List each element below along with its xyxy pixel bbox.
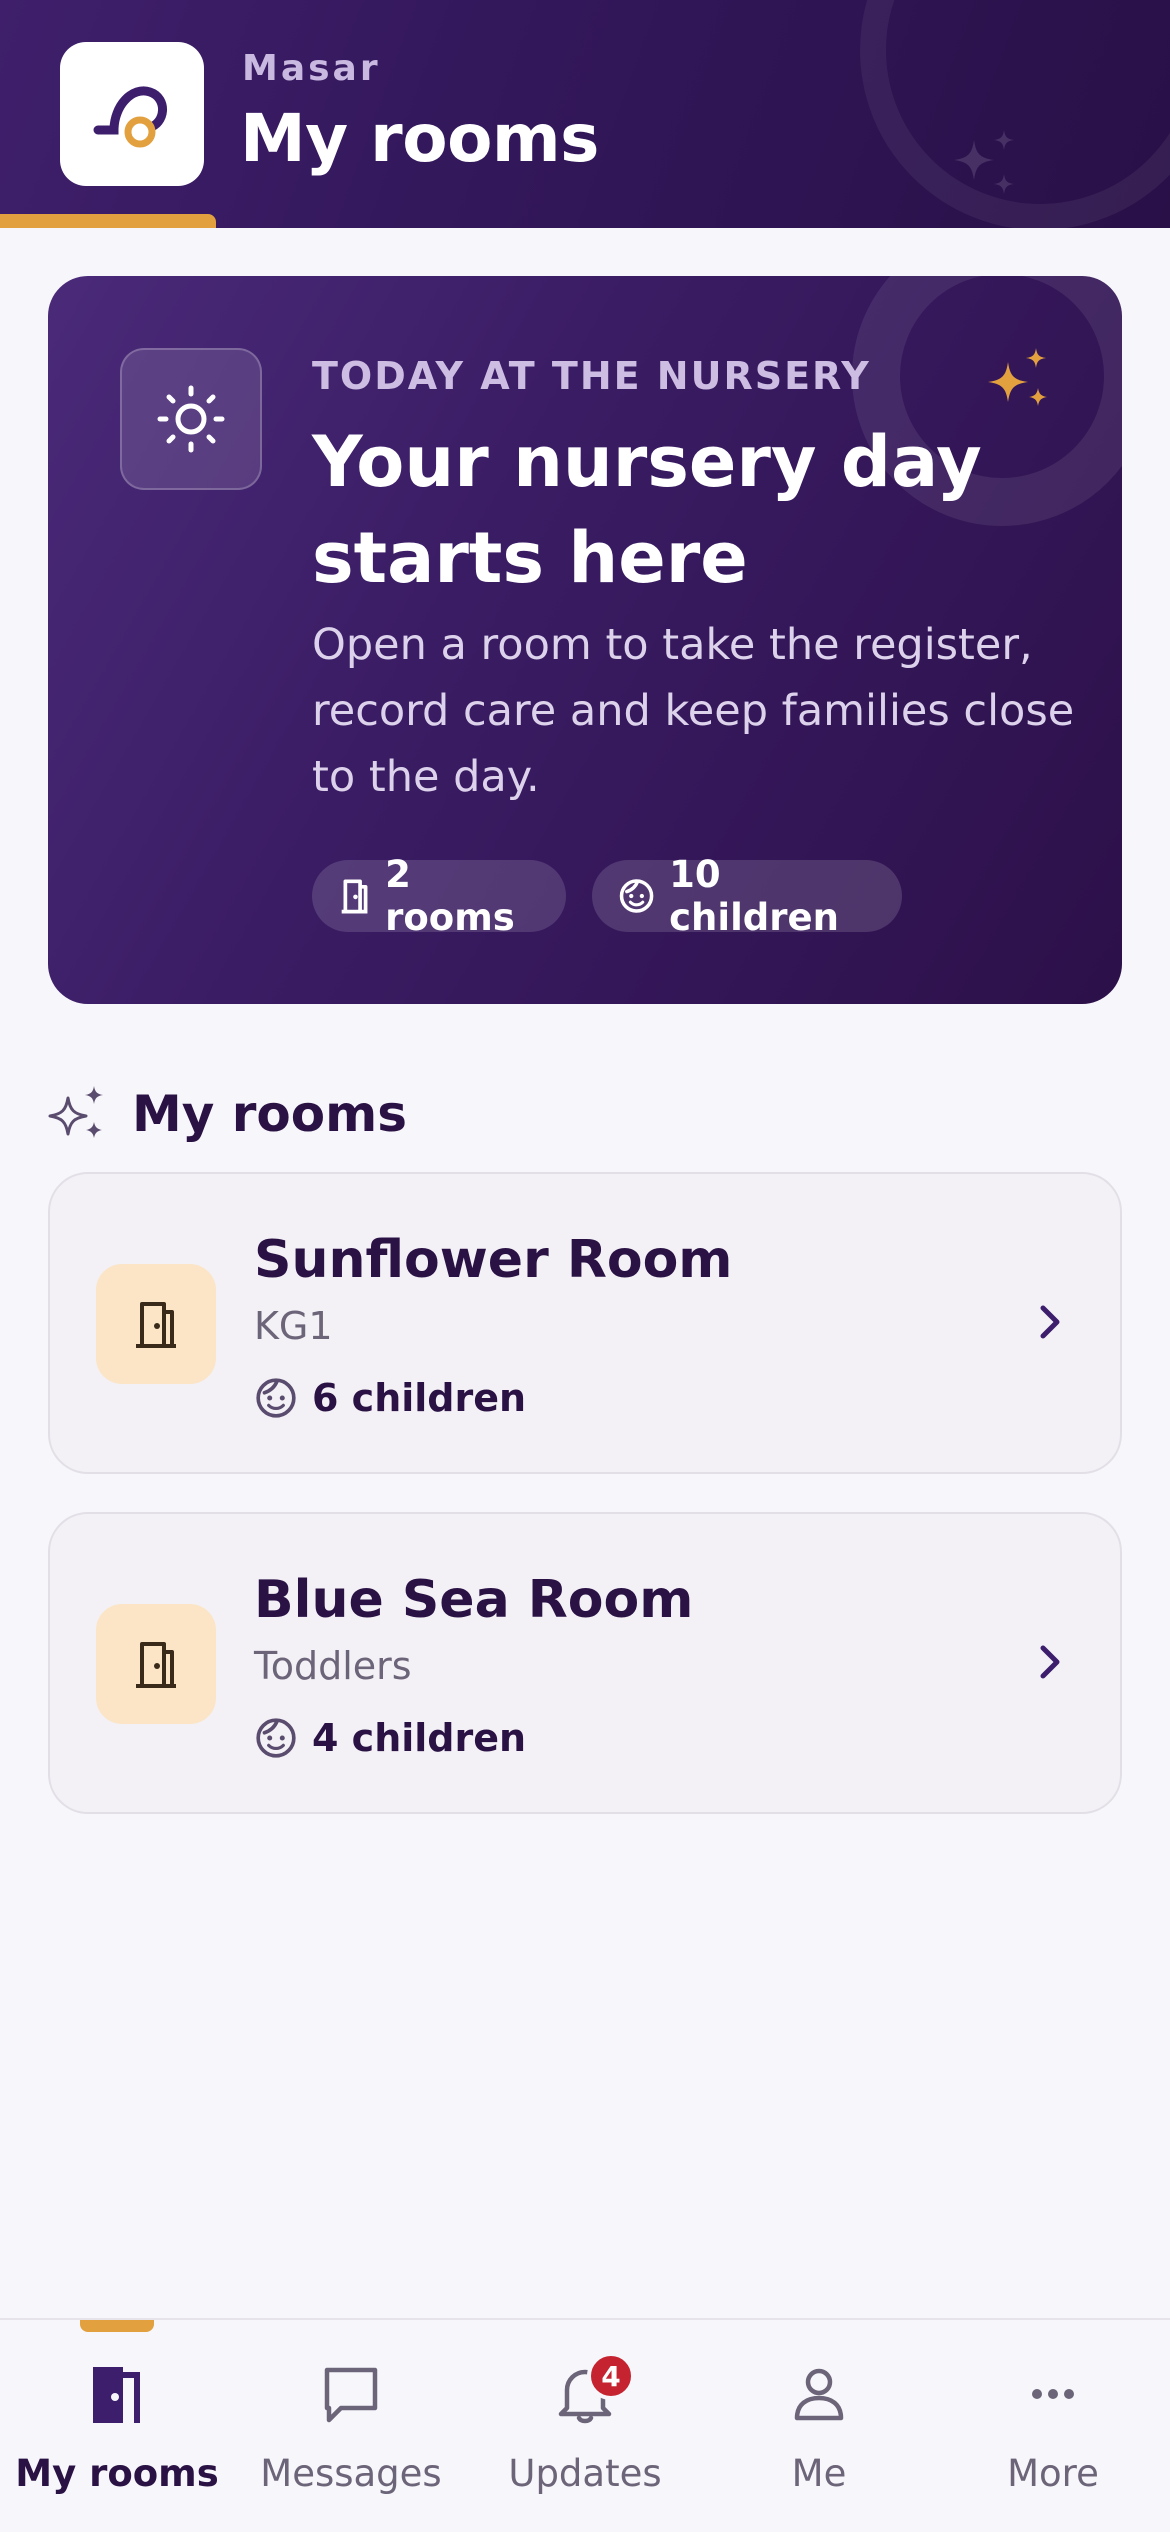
children-count-label: 10 children xyxy=(669,853,839,939)
sun-icon xyxy=(157,385,225,453)
children-count-chip: 10 children xyxy=(592,853,902,939)
room-group: Toddlers xyxy=(254,1644,412,1688)
hero-eyebrow: TODAY AT THE NURSERY xyxy=(312,354,871,398)
more-icon xyxy=(1021,2354,1085,2434)
room-children-label: 4 children xyxy=(312,1716,527,1760)
bell-icon: 4 xyxy=(553,2352,635,2434)
door-icon xyxy=(85,2354,149,2434)
bottom-nav: My rooms Messages 4 Updates Me More xyxy=(0,2318,1170,2532)
hero-icon-tile xyxy=(120,348,262,490)
room-card-blue-sea[interactable]: Blue Sea Room Toddlers 4 children xyxy=(48,1512,1122,1814)
section-title: My rooms xyxy=(132,1085,407,1143)
message-icon xyxy=(319,2354,383,2434)
hero-title: Your nursery day starts here xyxy=(312,421,982,599)
chevron-right-icon xyxy=(1020,1632,1080,1692)
masar-logo-icon xyxy=(93,86,167,148)
hero-description: Open a room to take the register, record… xyxy=(312,620,1075,802)
today-hero-card: TODAY AT THE NURSERY Your nursery day st… xyxy=(48,276,1122,1004)
header-accent-bar xyxy=(0,214,216,228)
nav-me[interactable]: Me xyxy=(702,2354,936,2504)
app-header: Masar My rooms xyxy=(0,0,1170,228)
nav-updates[interactable]: 4 Updates xyxy=(468,2352,702,2504)
room-name: Blue Sea Room xyxy=(254,1570,694,1630)
room-children-count: 6 children xyxy=(254,1370,526,1426)
nav-label: Me xyxy=(791,2452,847,2495)
app-logo xyxy=(60,42,204,186)
person-icon xyxy=(787,2354,851,2434)
page-title: My rooms xyxy=(240,100,599,177)
door-icon xyxy=(341,879,368,914)
room-children-count: 4 children xyxy=(254,1710,526,1766)
nav-label: More xyxy=(1007,2452,1099,2495)
door-icon xyxy=(136,1642,176,1688)
child-face-icon xyxy=(619,879,654,913)
notification-badge: 4 xyxy=(587,2352,635,2400)
room-card-sunflower[interactable]: Sunflower Room KG1 6 children xyxy=(48,1172,1122,1474)
app-screen: Masar My rooms TODAY AT THE NURSERY Your… xyxy=(0,0,1170,2532)
nav-my-rooms[interactable]: My rooms xyxy=(0,2354,234,2504)
sparkle-icon xyxy=(988,348,1047,406)
nav-label: Messages xyxy=(260,2452,442,2495)
room-name: Sunflower Room xyxy=(254,1230,733,1290)
nav-messages[interactable]: Messages xyxy=(234,2354,468,2504)
app-name: Masar xyxy=(242,48,381,89)
rooms-count-label: 2 rooms xyxy=(385,853,515,939)
room-children-label: 6 children xyxy=(312,1376,527,1420)
active-tab-indicator xyxy=(80,2320,154,2332)
room-icon-tile xyxy=(96,1264,216,1384)
nav-label: Updates xyxy=(508,2452,662,2495)
chevron-right-icon xyxy=(1020,1292,1080,1352)
sparkles-icon xyxy=(48,1086,103,1138)
child-face-icon xyxy=(256,1718,296,1758)
child-face-icon xyxy=(256,1378,296,1418)
room-icon-tile xyxy=(96,1604,216,1724)
sparkles-icon xyxy=(954,130,1014,194)
section-header: My rooms xyxy=(48,1076,407,1152)
rooms-count-chip: 2 rooms xyxy=(312,853,566,939)
nav-label: My rooms xyxy=(15,2452,219,2495)
room-group: KG1 xyxy=(254,1304,333,1348)
door-icon xyxy=(136,1302,176,1348)
nav-more[interactable]: More xyxy=(936,2354,1170,2504)
